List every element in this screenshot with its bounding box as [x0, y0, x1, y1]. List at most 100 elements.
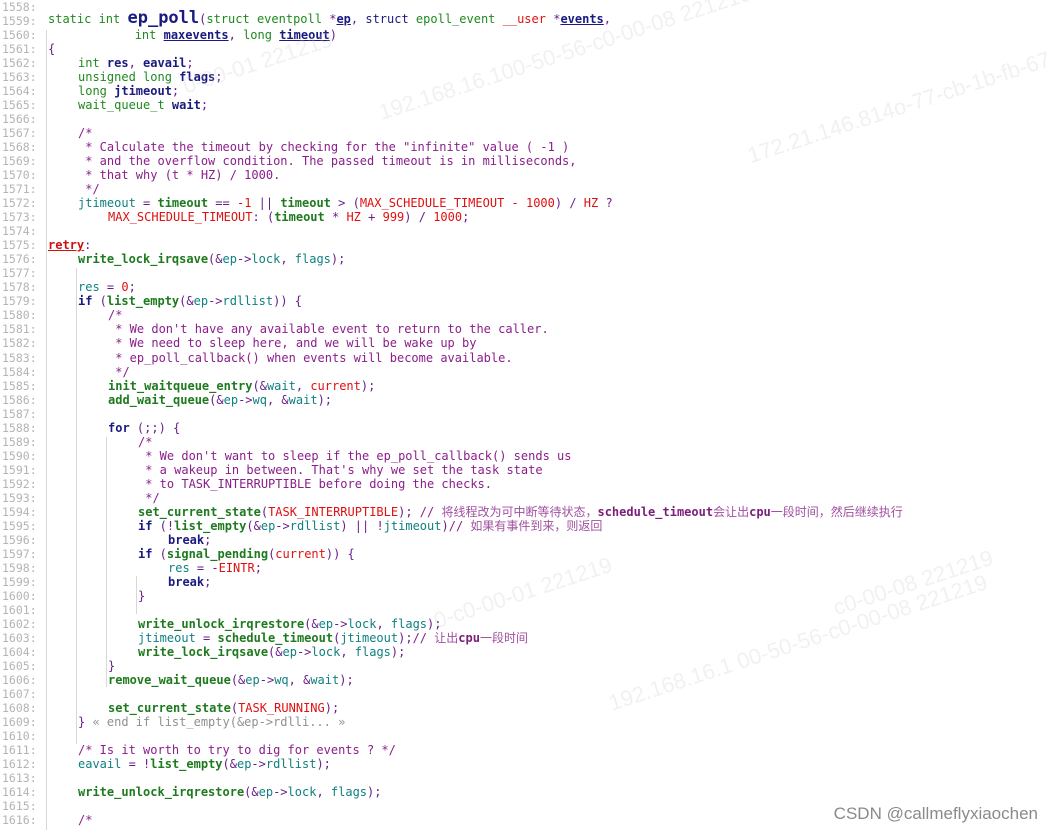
code-line: if (list_empty(&ep->rdllist)) { [78, 294, 302, 308]
code-line: * We need to sleep here, and we will be … [108, 336, 476, 350]
comment-token: * a wakeup in between. That's why we set… [138, 462, 543, 477]
code-token: -> [236, 252, 252, 267]
code-line: * a wakeup in between. That's why we set… [138, 462, 543, 477]
code-token: if [78, 294, 93, 309]
code-token: int [78, 56, 107, 71]
code-token: list_empty [150, 757, 223, 772]
code-token: ); [367, 785, 382, 800]
code-token: eavail [143, 56, 187, 71]
comment-token: * We don't want to sleep if the ep_poll_… [138, 448, 572, 463]
line-number: 1597: [2, 546, 37, 561]
line-number: 1605: [2, 658, 37, 673]
code-token: timeout [274, 210, 325, 225]
code-token: ( [230, 701, 239, 715]
comment-token: * and the overflow condition. The passed… [78, 154, 577, 169]
code-line: remove_wait_queue(&ep->wq, &wait); [108, 673, 354, 687]
code-line: int res, eavail; [78, 56, 194, 70]
code-token: } [138, 588, 146, 603]
fold-marker[interactable]: « end if list_empty(&ep->rdlli... » [92, 715, 345, 729]
line-number: 1610: [2, 729, 37, 744]
code-token: ep [193, 294, 209, 309]
code-token: __user [502, 12, 546, 27]
comment-token: * We need to sleep here, and we will be … [108, 336, 477, 351]
code-token: ) [441, 518, 449, 533]
code-token: + [360, 210, 383, 225]
code-token: (& [208, 252, 223, 267]
code-token: (! [152, 518, 175, 533]
code-editor[interactable]: 1558: 1559: static int ep_poll (struct even… [0, 0, 1052, 834]
code-token: jtimeout [383, 518, 442, 533]
code-token: (& [252, 378, 267, 393]
code-token: wait_queue_t [78, 98, 172, 113]
code-token: flags [179, 70, 216, 85]
code-token: 0 [121, 280, 129, 295]
code-line: /* Is it worth to try to dig for events … [78, 743, 396, 757]
code-token: : [84, 238, 92, 253]
code-token: )) { [273, 294, 302, 309]
code-token: wait [310, 672, 340, 687]
code-token: (& [179, 294, 194, 309]
code-token: ( [260, 504, 269, 519]
code-token: , [376, 616, 391, 631]
code-token: ep [222, 252, 237, 267]
code-token: write_lock_irqsave [78, 252, 209, 267]
code-token: write_lock_irqsave [138, 644, 269, 659]
code-token: rdllist [289, 518, 341, 533]
code-token: MAX_SCHEDULE_TIMEOUT - 1000 [359, 196, 555, 211]
code-token: lock [311, 644, 341, 659]
code-token: break [168, 574, 205, 589]
code-token: , [316, 785, 331, 800]
code-token: || [251, 196, 281, 211]
code-token: (& [246, 518, 261, 533]
line-number: 1565: [2, 98, 37, 113]
code-token: flags [294, 252, 331, 267]
code-token: list_empty [174, 518, 247, 533]
code-line: write_unlock_irqrestore(&ep->lock, flags… [78, 785, 381, 799]
code-token: HZ [346, 210, 361, 225]
code-token: ) || ! [340, 518, 384, 533]
code-token: -> [333, 616, 348, 631]
line-number: 1582: [2, 336, 37, 351]
code-token: lock [287, 785, 317, 800]
code-token: break [168, 532, 205, 547]
line-number: 1569: [2, 154, 37, 169]
line-number: 1564: [2, 84, 37, 99]
line-number: 1563: [2, 70, 37, 85]
code-line: write_unlock_irqrestore(&ep->lock, flags… [138, 617, 441, 631]
code-token: write_unlock_irqrestore [78, 785, 245, 800]
code-line: */ [78, 182, 99, 196]
code-token: static int [48, 12, 128, 27]
code-token: ; [462, 210, 470, 225]
line-number: 1602: [2, 616, 37, 631]
code-token: * [324, 210, 347, 225]
code-token: set_current_state [138, 504, 261, 519]
code-token: wait [288, 392, 318, 407]
code-token: res [168, 560, 190, 575]
code-token: ; [171, 84, 180, 99]
code-token: ep [223, 392, 239, 407]
code-token: ); [390, 644, 406, 659]
code-token: jtimeout [114, 84, 172, 99]
code-token: list_empty [106, 294, 180, 309]
line-number: 1598: [2, 560, 37, 575]
comment-token: * ep_poll_callback() when events will be… [108, 350, 513, 365]
line-number: 1601: [2, 602, 37, 617]
line-number: 1575: [2, 238, 37, 253]
code-token: if [138, 518, 153, 533]
code-token: flags [354, 644, 391, 659]
code-token: ep [245, 672, 260, 687]
code-token: TASK_RUNNING [238, 701, 325, 715]
code-token: -> [259, 672, 275, 687]
comment-token: cpu [458, 630, 480, 645]
code-token: lock [347, 616, 377, 631]
code-token: remove_wait_queue [108, 672, 231, 687]
code-token: current [310, 378, 361, 393]
code-token: ; [204, 574, 212, 589]
code-token: flags [330, 785, 368, 800]
code-token: lock [251, 252, 281, 267]
code-token: rdllist [222, 294, 274, 309]
code-token: timeout [279, 28, 330, 43]
code-line: unsigned long flags; [78, 70, 223, 84]
line-number: 1589: [2, 434, 37, 449]
line-number: 1583: [2, 350, 37, 365]
